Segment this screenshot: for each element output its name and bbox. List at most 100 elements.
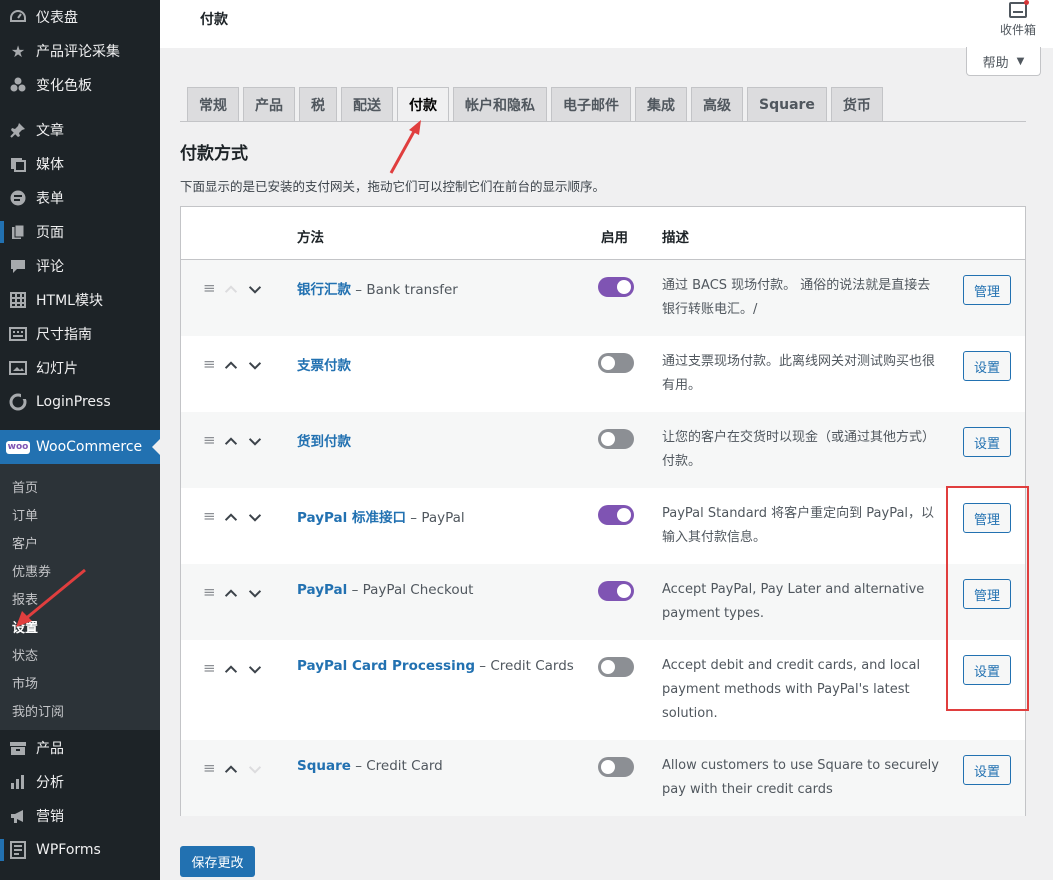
sidebar-item-products[interactable]: 产品	[0, 731, 160, 765]
submenu-item-marketplace[interactable]: 市场	[12, 673, 38, 692]
move-up-icon[interactable]	[223, 761, 239, 777]
tab-payments[interactable]: 付款	[397, 87, 449, 122]
move-up-icon[interactable]	[223, 509, 239, 525]
sidebar-item-slides[interactable]: 幻灯片	[0, 351, 160, 385]
pin-icon	[8, 120, 28, 140]
gateway-name: PayPal 标准接口 – PayPal	[297, 506, 465, 526]
sidebar-item-label: 幻灯片	[36, 361, 78, 377]
sidebar-item-size-guide[interactable]: 尺寸指南	[0, 317, 160, 351]
gateway-title-link[interactable]: 支票付款	[297, 358, 351, 374]
tab-integration[interactable]: 集成	[635, 87, 687, 122]
gateway-enabled-toggle[interactable]	[598, 277, 634, 297]
sidebar-item-label: 产品	[36, 741, 64, 757]
drag-handle-icon[interactable]: ≡	[203, 759, 216, 777]
tab-currency[interactable]: 货币	[830, 87, 883, 122]
sidebar-item-analytics[interactable]: 分析	[0, 765, 160, 799]
gateway-title-link[interactable]: PayPal Card Processing	[297, 658, 475, 674]
tab-square[interactable]: Square	[747, 87, 827, 122]
submenu-item-customers[interactable]: 客户	[12, 533, 38, 552]
help-button[interactable]: 帮助 ▼	[966, 47, 1041, 76]
sidebar-item-dashboard[interactable]: 仪表盘	[0, 0, 160, 34]
move-down-icon	[247, 761, 263, 777]
move-up-icon[interactable]	[223, 661, 239, 677]
gateway-title-link[interactable]: PayPal 标准接口	[297, 510, 406, 526]
gateway-subtitle: – Credit Cards	[475, 658, 574, 674]
sidebar-item-marketing[interactable]: 营销	[0, 799, 160, 833]
annotation-arrow-tab	[389, 120, 421, 174]
sidebar-item-loginpress[interactable]: LoginPress	[0, 385, 160, 419]
move-down-icon[interactable]	[247, 433, 263, 449]
move-up-icon[interactable]	[223, 357, 239, 373]
table-header: 方法 启用 描述	[181, 207, 1025, 260]
media-icon	[8, 154, 28, 174]
gateway-action-button[interactable]: 设置	[963, 427, 1011, 457]
sidebar-item-label: WooCommerce	[36, 439, 143, 455]
tab-shipping[interactable]: 配送	[341, 87, 393, 122]
sidebar-item-label: 尺寸指南	[36, 327, 92, 343]
gateway-description: Accept debit and credit cards, and local…	[662, 658, 921, 721]
tab-emails[interactable]: 电子邮件	[551, 87, 631, 122]
sidebar-item-wpforms[interactable]: WPForms	[0, 833, 160, 867]
move-up-icon[interactable]	[223, 585, 239, 601]
inbox-button[interactable]: 收件箱	[995, 0, 1041, 38]
gateway-action-button[interactable]: 设置	[963, 351, 1011, 381]
tab-advanced[interactable]: 高级	[691, 87, 743, 122]
drag-handle-icon[interactable]: ≡	[203, 279, 216, 297]
gateway-enabled-toggle[interactable]	[598, 581, 634, 601]
submenu-item-orders[interactable]: 订单	[12, 505, 38, 524]
star-icon: ★	[10, 41, 26, 61]
sidebar-item-pages[interactable]: 页面	[0, 215, 160, 249]
move-down-icon[interactable]	[247, 585, 263, 601]
move-down-icon[interactable]	[247, 357, 263, 373]
annotation-highlight-box	[946, 486, 1029, 711]
gateway-title-link[interactable]: PayPal	[297, 582, 347, 598]
move-down-icon[interactable]	[247, 661, 263, 677]
tab-accounts-privacy[interactable]: 帐户和隐私	[453, 87, 547, 122]
gateway-enabled-toggle[interactable]	[598, 429, 634, 449]
admin-sidebar: 仪表盘 ★ 产品评论采集 变化色板 文章 媒体 表单 页面 评论 HTML模块 …	[0, 0, 160, 880]
gateway-title-link[interactable]: Square	[297, 758, 351, 774]
drag-handle-icon[interactable]: ≡	[203, 659, 216, 677]
submenu-item-status[interactable]: 状态	[12, 645, 38, 664]
sidebar-item-label: 媒体	[36, 157, 64, 173]
gateway-action-button[interactable]: 管理	[963, 275, 1011, 305]
gateway-subtitle: – PayPal Checkout	[347, 582, 474, 598]
gateway-title-link[interactable]: 货到付款	[297, 434, 351, 450]
gateway-title-link[interactable]: 银行汇款	[297, 282, 351, 298]
gateway-enabled-toggle[interactable]	[598, 757, 634, 777]
gateway-enabled-toggle[interactable]	[598, 657, 634, 677]
submenu-item-subscriptions[interactable]: 我的订阅	[12, 701, 64, 720]
sidebar-item-comments[interactable]: 评论	[0, 249, 160, 283]
annotation-arrow-settings	[16, 568, 86, 627]
save-changes-button[interactable]: 保存更改	[180, 846, 255, 877]
form-icon	[8, 188, 28, 208]
move-down-icon[interactable]	[247, 509, 263, 525]
gateway-enabled-toggle[interactable]	[598, 505, 634, 525]
sidebar-item-swatches[interactable]: 变化色板	[0, 68, 160, 102]
sidebar-item-media[interactable]: 媒体	[0, 147, 160, 181]
sidebar-item-label: HTML模块	[36, 293, 103, 309]
drag-handle-icon[interactable]: ≡	[203, 507, 216, 525]
move-up-icon[interactable]	[223, 433, 239, 449]
gateway-action-button[interactable]: 设置	[963, 755, 1011, 785]
toggle-knob	[617, 584, 631, 598]
tab-products[interactable]: 产品	[243, 87, 295, 122]
column-header-method: 方法	[297, 230, 324, 246]
drag-handle-icon[interactable]: ≡	[203, 431, 216, 449]
sidebar-item-forms[interactable]: 表单	[0, 181, 160, 215]
sidebar-item-woocommerce[interactable]: woo WooCommerce	[0, 430, 160, 464]
drag-handle-icon[interactable]: ≡	[203, 583, 216, 601]
tab-general[interactable]: 常规	[187, 87, 239, 122]
table-row: ≡ 货到付款 让您的客户在交货时以现金（或通过其他方式）付款。 设置	[181, 412, 1025, 488]
archive-icon	[8, 738, 28, 758]
submenu-item-home[interactable]: 首页	[12, 477, 38, 496]
tab-tax[interactable]: 税	[299, 87, 337, 122]
palette-icon	[8, 75, 28, 95]
sidebar-item-review-collection[interactable]: ★ 产品评论采集	[0, 34, 160, 68]
sidebar-item-posts[interactable]: 文章	[0, 113, 160, 147]
gateway-name: Square – Credit Card	[297, 758, 443, 774]
sidebar-item-html-blocks[interactable]: HTML模块	[0, 283, 160, 317]
move-down-icon[interactable]	[247, 281, 263, 297]
drag-handle-icon[interactable]: ≡	[203, 355, 216, 373]
gateway-enabled-toggle[interactable]	[598, 353, 634, 373]
